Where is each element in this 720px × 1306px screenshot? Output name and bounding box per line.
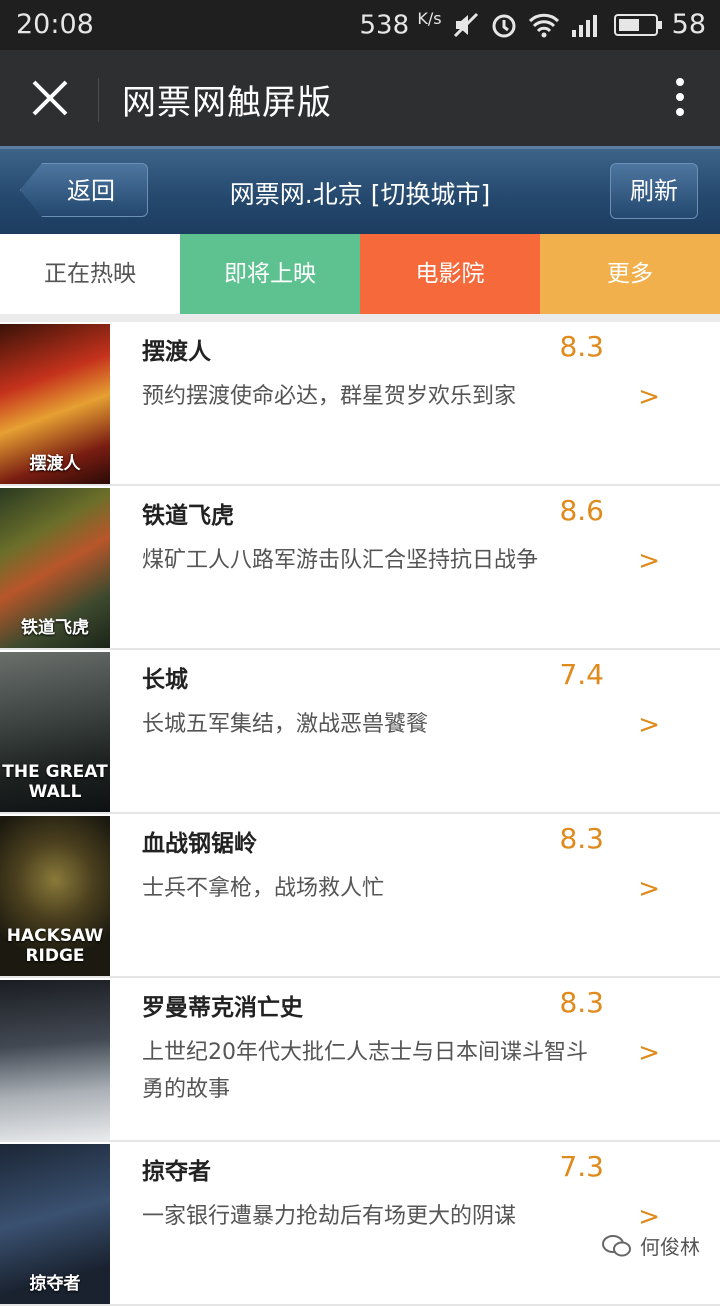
movie-score: 8.3 — [559, 330, 604, 363]
wifi-icon — [528, 13, 559, 38]
movie-poster: 摆渡人 — [0, 324, 110, 484]
tab-cinemas[interactable]: 电影院 — [360, 234, 540, 314]
wechat-icon — [602, 1234, 631, 1256]
movie-description: 士兵不拿枪，战场救人忙 — [142, 876, 385, 901]
chevron-right-icon: > — [638, 546, 660, 576]
network-speed: 538 K/s — [359, 9, 442, 41]
watermark: 何俊林 — [602, 1231, 700, 1260]
movie-title: 掠夺者 — [142, 1159, 211, 1185]
watermark-text: 何俊林 — [640, 1235, 700, 1259]
movie-row[interactable]: 摆渡人 摆渡人 8.3 预约摆渡使命必达，群星贺岁欢乐到家 > — [0, 322, 720, 486]
movie-description: 长城五军集结，激战恶兽饕餮 — [142, 712, 429, 737]
titlebar-divider — [98, 78, 99, 122]
movie-score: 8.3 — [559, 986, 604, 1019]
chevron-right-icon: > — [638, 1038, 660, 1068]
movie-description: 一家银行遭暴力抢劫后有场更大的阴谋 — [142, 1204, 517, 1229]
movie-description: 预约摆渡使命必达，群星贺岁欢乐到家 — [142, 384, 517, 409]
battery-level: 58 — [671, 9, 706, 41]
signal-icon — [571, 14, 597, 37]
movie-poster: HACKSAW RIDGE — [0, 816, 110, 976]
movie-score: 8.3 — [559, 822, 604, 855]
movie-description: 上世纪20年代大批仁人志士与日本间谍斗智斗勇的故事 — [142, 1040, 588, 1102]
app-titlebar: 网票网触屏版 — [0, 50, 720, 146]
tab-now-showing[interactable]: 正在热映 — [0, 234, 180, 314]
movie-row[interactable]: 铁道飞虎 铁道飞虎 8.6 煤矿工人八路军游击队汇合坚持抗日战争 > — [0, 486, 720, 650]
movie-row[interactable]: 掠夺者 掠夺者 7.3 一家银行遭暴力抢劫后有场更大的阴谋 > — [0, 1142, 720, 1306]
tab-coming-soon[interactable]: 即将上映 — [180, 234, 360, 314]
close-icon[interactable] — [24, 72, 76, 124]
movie-title: 长城 — [142, 667, 188, 693]
site-header: 返回 网票网.北京 [切换城市] 刷新 — [0, 146, 720, 234]
movie-poster — [0, 980, 110, 1140]
movie-poster: THE GREAT WALL — [0, 652, 110, 812]
movie-description: 煤矿工人八路军游击队汇合坚持抗日战争 — [142, 548, 539, 573]
status-bar: 20:08 538 K/s 58 — [0, 0, 720, 50]
movie-row[interactable]: THE GREAT WALL 长城 7.4 长城五军集结，激战恶兽饕餮 > — [0, 650, 720, 814]
chevron-right-icon: > — [638, 874, 660, 904]
movie-score: 7.3 — [559, 1150, 604, 1183]
chevron-right-icon: > — [638, 1202, 660, 1232]
movie-title: 摆渡人 — [142, 339, 211, 365]
movie-score: 8.6 — [559, 494, 604, 527]
alarm-icon — [492, 14, 516, 38]
more-menu-icon[interactable] — [670, 78, 690, 122]
tab-more[interactable]: 更多 — [540, 234, 720, 314]
movie-score: 7.4 — [559, 658, 604, 691]
refresh-button[interactable]: 刷新 — [610, 163, 698, 219]
tab-bar: 正在热映 即将上映 电影院 更多 — [0, 234, 720, 314]
movie-list: 摆渡人 摆渡人 8.3 预约摆渡使命必达，群星贺岁欢乐到家 > 铁道飞虎 铁道飞… — [0, 322, 720, 1306]
status-time: 20:08 — [16, 9, 94, 40]
movie-row[interactable]: 罗曼蒂克消亡史 8.3 上世纪20年代大批仁人志士与日本间谍斗智斗勇的故事 > — [0, 978, 720, 1142]
movie-title: 铁道飞虎 — [142, 503, 234, 529]
movie-poster: 掠夺者 — [0, 1144, 110, 1304]
chevron-right-icon: > — [638, 382, 660, 412]
movie-row[interactable]: HACKSAW RIDGE 血战钢锯岭 8.3 士兵不拿枪，战场救人忙 > — [0, 814, 720, 978]
page-title: 网票网触屏版 — [122, 83, 332, 123]
mute-icon — [453, 12, 478, 37]
movie-title: 罗曼蒂克消亡史 — [142, 995, 303, 1021]
battery-icon — [613, 13, 662, 36]
movie-title: 血战钢锯岭 — [142, 831, 257, 857]
movie-poster: 铁道飞虎 — [0, 488, 110, 648]
chevron-right-icon: > — [638, 710, 660, 740]
